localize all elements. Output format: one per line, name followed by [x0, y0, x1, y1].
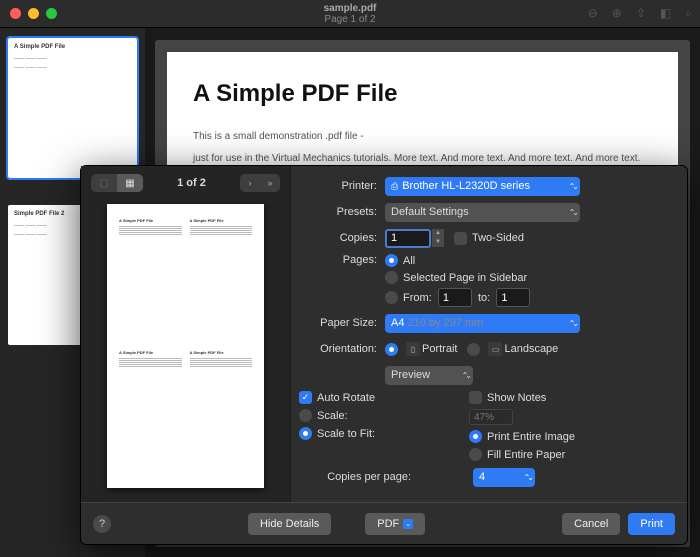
pdf-menu-button[interactable]: PDF⌄ — [365, 513, 425, 535]
orientation-landscape-label: Landscape — [504, 343, 558, 355]
close-window-button[interactable] — [10, 8, 21, 19]
pages-selected-label: Selected Page in Sidebar — [403, 272, 527, 284]
doc-subtitle: Page 1 of 2 — [324, 14, 377, 25]
copies-stepper[interactable]: ▲▼ — [432, 229, 444, 247]
print-options: Printer: ⎙Brother HL-L2320D series Prese… — [291, 166, 687, 502]
pages-from-input[interactable] — [438, 288, 472, 307]
fill-paper-label: Fill Entire Paper — [487, 449, 565, 461]
doc-paragraph: This is a small demonstration .pdf file … — [193, 130, 652, 144]
preview-mode-grid-icon[interactable]: ▦ — [117, 174, 143, 192]
zoom-in-icon[interactable]: ⊕ — [612, 6, 622, 21]
last-page-icon[interactable]: » — [260, 174, 280, 192]
zoom-out-icon[interactable]: ⊖ — [588, 6, 598, 21]
share-icon[interactable]: ⇪ — [636, 6, 646, 21]
next-page-icon[interactable]: › — [240, 174, 260, 192]
doc-heading: A Simple PDF File — [193, 80, 652, 108]
pages-to-label: to: — [478, 292, 490, 304]
traffic-lights — [10, 8, 57, 19]
print-button[interactable]: Print — [628, 513, 675, 535]
pages-all-label: All — [403, 255, 415, 267]
help-button[interactable]: ? — [93, 515, 111, 533]
doc-title: sample.pdf — [324, 3, 377, 14]
chevron-updown-icon — [569, 319, 576, 328]
orientation-portrait-radio[interactable] — [385, 343, 398, 356]
search-icon[interactable]: ⌕ — [685, 6, 692, 21]
chevron-updown-icon — [569, 182, 576, 191]
shownotes-label: Show Notes — [487, 392, 546, 404]
scale-percent-field[interactable]: 47% — [469, 409, 513, 425]
print-entire-label: Print Entire Image — [487, 431, 575, 443]
orientation-portrait-label: Portrait — [422, 343, 457, 355]
presets-select[interactable]: Default Settings — [385, 203, 580, 222]
shownotes-checkbox[interactable] — [469, 391, 482, 404]
printer-icon: ⎙ — [391, 181, 398, 192]
pages-selected-radio[interactable] — [385, 271, 398, 284]
chevron-updown-icon — [524, 473, 531, 482]
orientation-label: Orientation: — [299, 343, 385, 355]
twosided-label: Two-Sided — [472, 232, 524, 244]
cancel-button[interactable]: Cancel — [562, 513, 620, 535]
minimize-window-button[interactable] — [28, 8, 39, 19]
window-titlebar: sample.pdf Page 1 of 2 ⊖ ⊕ ⇪ ◧ ⌕ — [0, 0, 700, 28]
copies-input[interactable] — [385, 229, 431, 248]
page-nav[interactable]: › » — [240, 174, 280, 192]
autorotate-checkbox[interactable] — [299, 391, 312, 404]
thumbnail-page-1[interactable]: A Simple PDF File —— —— —— —— —— —— — [8, 38, 137, 178]
scale-radio[interactable] — [299, 409, 312, 422]
printer-label: Printer: — [299, 180, 385, 192]
landscape-icon: ▭ — [488, 342, 502, 356]
print-entire-radio[interactable] — [469, 430, 482, 443]
section-select[interactable]: Preview — [385, 366, 473, 385]
pages-to-input[interactable] — [496, 288, 530, 307]
pages-range-radio[interactable] — [385, 291, 398, 304]
print-dialog: ▢ ▦ 1 of 2 › » A Simple PDF File A Simpl… — [80, 165, 688, 545]
preview-mode-single-icon[interactable]: ▢ — [91, 174, 117, 192]
copies-per-page-label: Copies per page: — [299, 471, 419, 483]
scale-to-fit-label: Scale to Fit: — [317, 428, 375, 440]
chevron-down-icon: ⌄ — [403, 519, 413, 529]
chevron-updown-icon — [462, 371, 469, 380]
toolbar: ⊖ ⊕ ⇪ ◧ ⌕ — [588, 6, 692, 21]
portrait-icon: ▯ — [406, 342, 420, 356]
preview-mode-segmented[interactable]: ▢ ▦ — [91, 174, 143, 192]
highlight-icon[interactable]: ◧ — [660, 6, 671, 21]
autorotate-label: Auto Rotate — [317, 392, 375, 404]
twosided-checkbox[interactable] — [454, 232, 467, 245]
pages-all-radio[interactable] — [385, 254, 398, 267]
scale-to-fit-radio[interactable] — [299, 427, 312, 440]
copies-per-page-select[interactable]: 4 — [473, 468, 535, 487]
print-preview-pane: ▢ ▦ 1 of 2 › » A Simple PDF File A Simpl… — [81, 166, 291, 502]
pages-label: Pages: — [299, 254, 385, 266]
mini-page: A Simple PDF File — [115, 346, 186, 478]
step-down-icon[interactable]: ▼ — [432, 238, 444, 247]
paper-size-label: Paper Size: — [299, 317, 385, 329]
printer-select[interactable]: ⎙Brother HL-L2320D series — [385, 177, 580, 196]
print-preview-sheet: A Simple PDF File A Simple PDF File A Si… — [107, 204, 264, 488]
dialog-footer: ? Hide Details PDF⌄ Cancel Print — [81, 502, 687, 544]
step-up-icon[interactable]: ▲ — [432, 229, 444, 238]
mini-page: A Simple PDF File — [186, 214, 257, 346]
orientation-landscape-radio[interactable] — [467, 343, 480, 356]
mini-page: A Simple PDF File — [115, 214, 186, 346]
window-title: sample.pdf Page 1 of 2 — [324, 3, 377, 25]
scale-label: Scale: — [317, 410, 348, 422]
chevron-updown-icon — [569, 208, 576, 217]
mini-page: A Simple PDF File — [186, 346, 257, 478]
zoom-window-button[interactable] — [46, 8, 57, 19]
presets-label: Presets: — [299, 206, 385, 218]
pages-from-label: From: — [403, 292, 432, 304]
hide-details-button[interactable]: Hide Details — [248, 513, 331, 535]
fill-paper-radio[interactable] — [469, 448, 482, 461]
copies-label: Copies: — [299, 232, 385, 244]
paper-size-select[interactable]: A4 210 by 297 mm — [385, 314, 580, 333]
page-counter: 1 of 2 — [153, 177, 230, 189]
